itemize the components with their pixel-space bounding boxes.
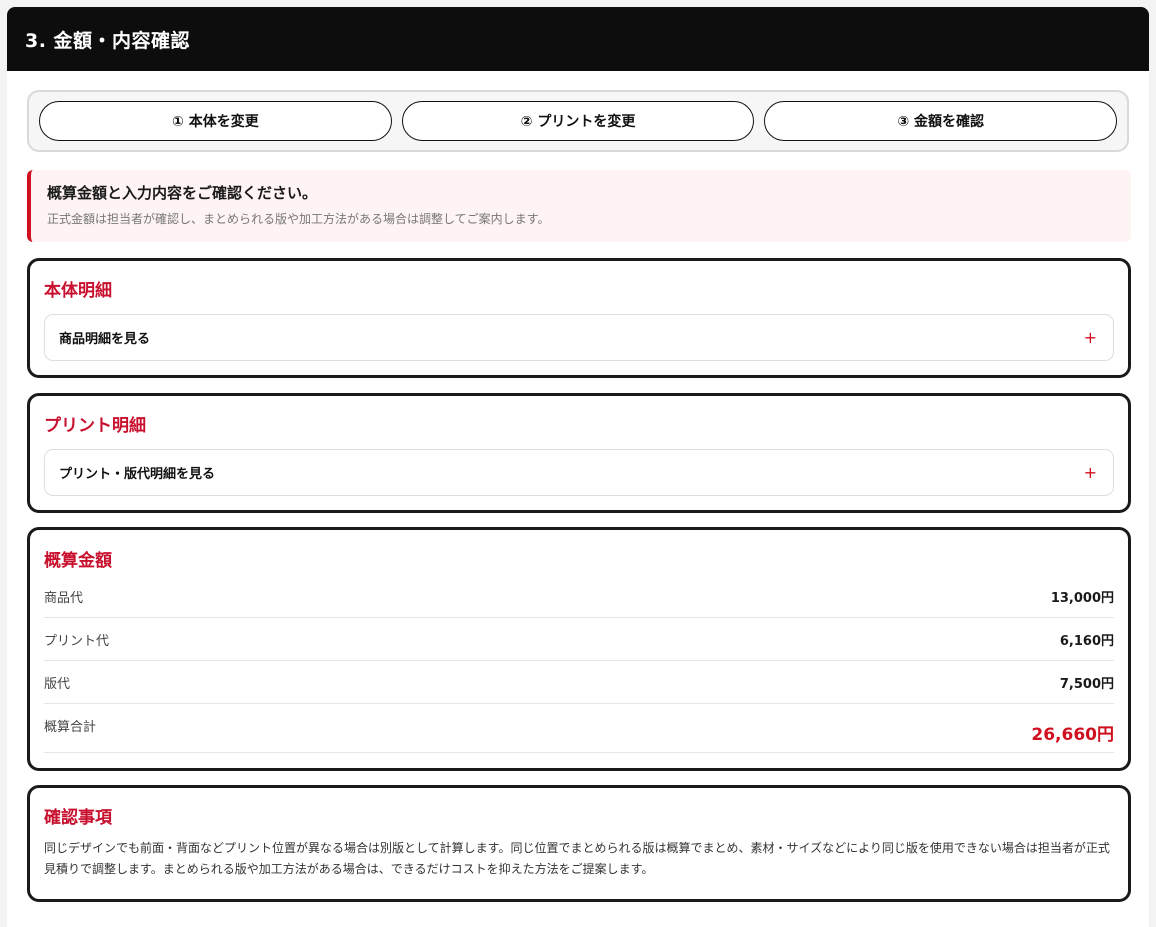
- confirm-card: 確認事項 同じデザインでも前面・背面などプリント位置が異なる場合は別版として計算…: [27, 785, 1131, 902]
- estimate-row-label: プリント代: [44, 633, 110, 649]
- confirm-text: 同じデザインでも前面・背面などプリント位置が異なる場合は別版として計算します。同…: [44, 841, 1110, 876]
- change-body-button[interactable]: ① 本体を変更: [39, 101, 392, 141]
- confirm-title: 確認事項: [44, 808, 112, 828]
- body-detail-accordion-label: 商品明細を見る: [59, 332, 151, 347]
- change-print-button[interactable]: ② プリントを変更: [401, 101, 755, 141]
- section-title: 3. 金額・内容確認: [25, 29, 191, 52]
- step-navigation: ① 本体を変更 ② プリントを変更 ③ 金額を確認: [27, 90, 1129, 152]
- body-detail-card: 本体明細 商品明細を見る +: [27, 258, 1131, 378]
- estimate-row-plate: 版代 7,500円: [44, 661, 1114, 704]
- section-header: 3. 金額・内容確認: [7, 7, 1149, 71]
- confirm-price-button[interactable]: ③ 金額を確認: [764, 101, 1118, 141]
- estimate-row-value: 7,500円: [1059, 676, 1114, 692]
- estimate-row-label: 商品代: [44, 590, 84, 606]
- body-detail-title: 本体明細: [44, 281, 112, 301]
- estimate-row-product: 商品代 13,000円: [44, 575, 1114, 618]
- notice-text: 正式金額は担当者が確認し、まとめられる版や加工方法がある場合は調整してご案内しま…: [47, 212, 550, 226]
- notice-title: 概算金額と入力内容をご確認ください。: [47, 184, 318, 202]
- print-detail-accordion[interactable]: プリント・版代明細を見る +: [44, 449, 1114, 496]
- plus-icon: +: [1083, 462, 1097, 482]
- print-detail-card: プリント明細 プリント・版代明細を見る +: [27, 393, 1131, 513]
- estimate-row-label: 版代: [44, 676, 71, 692]
- estimate-card: 概算金額 商品代 13,000円 プリント代 6,160円 版代 7,500円 …: [27, 527, 1131, 771]
- estimate-total-label: 概算合計: [44, 720, 97, 735]
- estimate-total-value: 26,660円: [1031, 725, 1114, 745]
- estimate-title: 概算金額: [44, 551, 112, 571]
- print-detail-title: プリント明細: [44, 416, 146, 436]
- body-detail-accordion[interactable]: 商品明細を見る +: [44, 314, 1114, 361]
- estimate-row-print: プリント代 6,160円: [44, 618, 1114, 661]
- estimate-row-value: 6,160円: [1059, 633, 1114, 649]
- estimate-total-row: 概算合計 26,660円: [44, 704, 1114, 753]
- print-detail-accordion-label: プリント・版代明細を見る: [59, 467, 216, 482]
- notice-box: 概算金額と入力内容をご確認ください。 正式金額は担当者が確認し、まとめられる版や…: [27, 170, 1131, 242]
- plus-icon: +: [1083, 327, 1097, 347]
- estimate-row-value: 13,000円: [1050, 590, 1114, 606]
- confirm-panel: 3. 金額・内容確認 ① 本体を変更 ② プリントを変更 ③ 金額を確認 概算金…: [7, 7, 1149, 927]
